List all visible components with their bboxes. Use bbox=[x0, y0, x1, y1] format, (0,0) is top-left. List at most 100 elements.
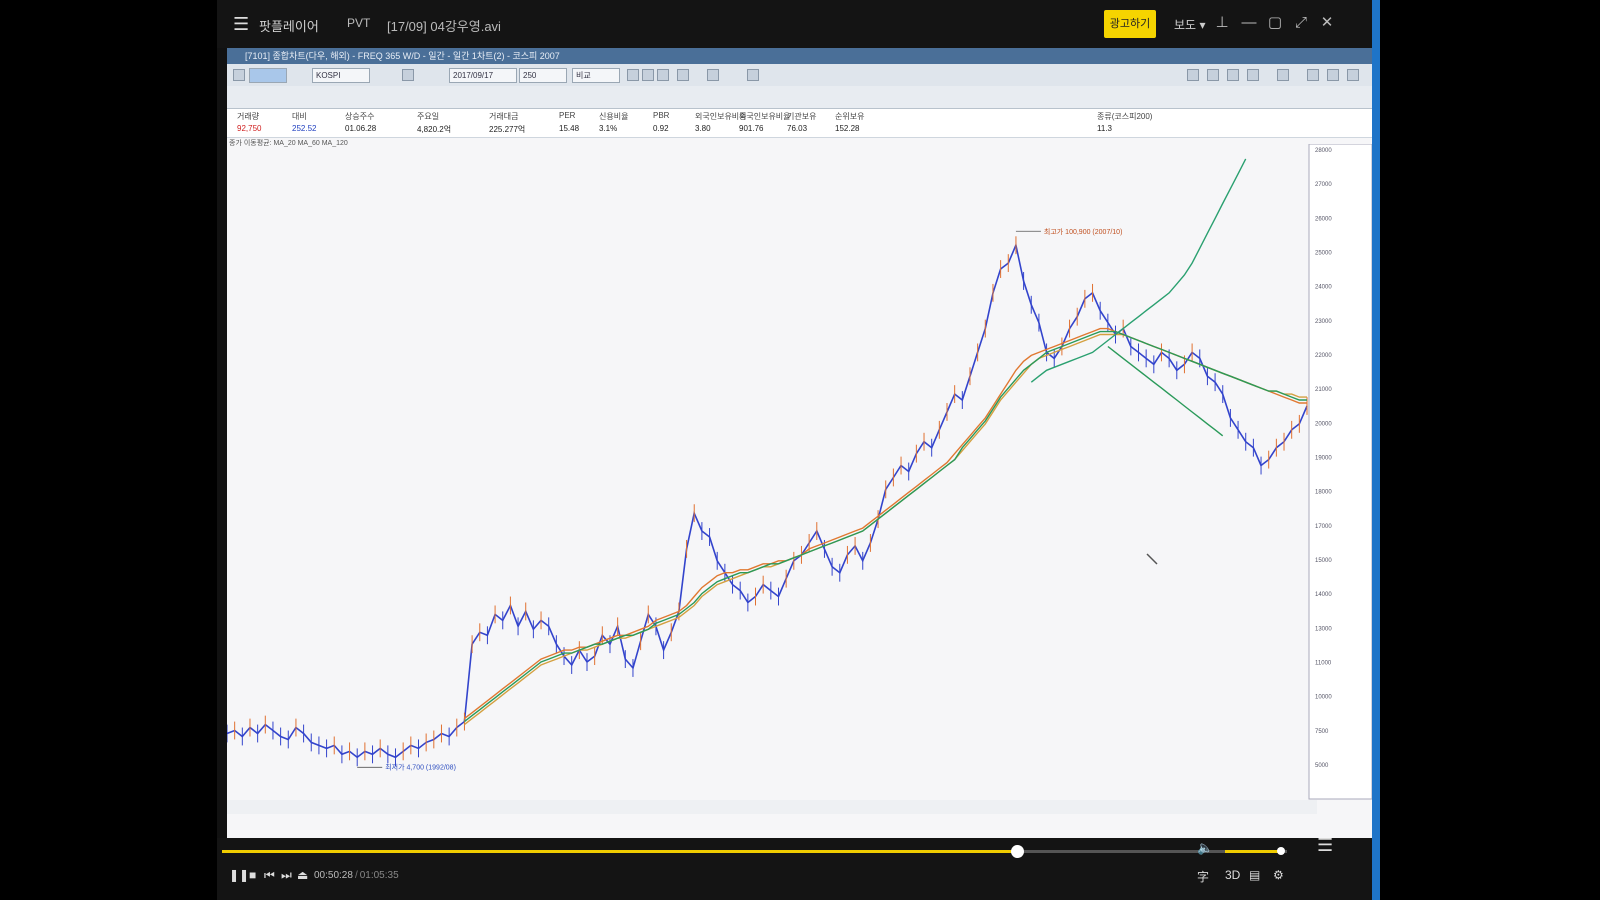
info-value: 152.28 bbox=[835, 124, 860, 133]
info-value: 15.48 bbox=[559, 124, 580, 133]
code-box[interactable] bbox=[249, 68, 287, 83]
dropdown-label: 보도 bbox=[1174, 18, 1197, 32]
moving-average-line bbox=[463, 330, 1307, 723]
settings-icon[interactable]: ⚙ bbox=[1273, 868, 1284, 882]
3d-button[interactable]: 3D bbox=[1225, 868, 1240, 882]
seek-progress bbox=[222, 850, 1017, 853]
info-header: 거래량 bbox=[237, 112, 260, 121]
tool-icon[interactable] bbox=[677, 69, 689, 81]
info-header: 거래대금 bbox=[489, 112, 519, 121]
capture-icon[interactable]: ▤ bbox=[1249, 868, 1260, 882]
info-header: 대비 bbox=[292, 112, 307, 121]
tool-icon[interactable] bbox=[642, 69, 654, 81]
volume-icon[interactable]: 🔈 bbox=[1197, 840, 1213, 856]
tool-icon[interactable] bbox=[1187, 69, 1199, 81]
hts-toolbar: KOSPI 2017/09/17 250 비교 bbox=[227, 64, 1372, 87]
subtitle-icon[interactable]: 字 bbox=[1197, 868, 1209, 885]
y-tick-label: 28000 bbox=[1315, 148, 1332, 154]
volume-level bbox=[1225, 850, 1281, 853]
y-tick-label: 7500 bbox=[1315, 729, 1329, 735]
info-header: 외국인보유비율 bbox=[739, 112, 791, 121]
time-separator: / bbox=[354, 870, 358, 881]
compare-button[interactable]: 비교 bbox=[572, 68, 620, 83]
player-titlebar: ☰ 팟플레이어 PVT [17/09] 04강우영.avi 광고하기 보도 ▾ … bbox=[217, 0, 1372, 48]
y-tick-label: 11000 bbox=[1315, 661, 1332, 667]
y-tick-label: 20000 bbox=[1315, 421, 1332, 427]
code-input[interactable]: KOSPI bbox=[312, 68, 370, 83]
info-value: 225.277억 bbox=[489, 125, 526, 134]
info-header: PBR bbox=[653, 111, 670, 120]
format-badge: PVT bbox=[347, 16, 371, 30]
time-total: 01:05:35 bbox=[359, 870, 399, 881]
y-tick-label: 17000 bbox=[1315, 524, 1332, 530]
tool-icon[interactable] bbox=[1277, 69, 1289, 81]
min-annotation: 최저가 4,700 (1992/08) bbox=[385, 762, 456, 771]
info-value: 01.06.28 bbox=[345, 124, 377, 133]
volume-slider[interactable] bbox=[1225, 847, 1287, 855]
tool-icon[interactable] bbox=[707, 69, 719, 81]
search-icon[interactable] bbox=[402, 69, 414, 81]
eject-icon[interactable]: ⏏ bbox=[297, 868, 308, 882]
price-line bbox=[227, 242, 1308, 759]
info-value: 0.92 bbox=[653, 124, 669, 133]
pin-icon[interactable]: ⊥ bbox=[1212, 13, 1232, 33]
moving-average-line bbox=[463, 333, 1307, 726]
info-value: 76.03 bbox=[787, 124, 808, 133]
hts-title-text: [7101] 종합차트(다우, 해외) - FREQ 365 W/D - 일간 … bbox=[245, 51, 560, 61]
fullscreen-icon[interactable]: ⤢ bbox=[1291, 13, 1311, 33]
close-icon[interactable]: ✕ bbox=[1317, 13, 1337, 33]
info-value: 4,820.2억 bbox=[417, 125, 452, 134]
info-header: PER bbox=[559, 111, 576, 120]
tool-icon[interactable] bbox=[1207, 69, 1219, 81]
playlist-icon[interactable]: ☰ bbox=[1317, 835, 1333, 856]
timecode: 00:50:28/01:05:35 bbox=[314, 870, 399, 881]
y-tick-label: 18000 bbox=[1315, 490, 1332, 496]
info-header: 주요일 bbox=[417, 112, 440, 121]
info-header: 상승주수 bbox=[345, 112, 375, 121]
pause-icon[interactable]: ❚❚ bbox=[229, 868, 249, 882]
app-name: 팟플레이어 bbox=[259, 19, 319, 34]
video-frame: [7101] 종합차트(다우, 해외) - FREQ 365 W/D - 일간 … bbox=[227, 48, 1372, 838]
info-header: 기관보유 bbox=[787, 112, 817, 121]
y-tick-label: 19000 bbox=[1315, 456, 1332, 462]
count-field[interactable]: 250 bbox=[519, 68, 567, 83]
tool-icon[interactable] bbox=[657, 69, 669, 81]
minimize-icon[interactable]: — bbox=[1239, 13, 1259, 33]
seek-handle[interactable] bbox=[1011, 845, 1024, 858]
volume-handle[interactable] bbox=[1276, 847, 1285, 855]
next-icon[interactable]: ⏭ bbox=[281, 868, 292, 883]
tool-icon[interactable] bbox=[1247, 69, 1259, 81]
tool-icon[interactable] bbox=[627, 69, 639, 81]
y-axis-panel bbox=[1308, 144, 1372, 800]
mouse-cursor-icon bbox=[1146, 553, 1158, 565]
menu-icon[interactable]: ☰ bbox=[233, 14, 249, 35]
tool-icon[interactable] bbox=[1347, 69, 1359, 81]
tool-icon[interactable] bbox=[1307, 69, 1319, 81]
y-tick-label: 21000 bbox=[1315, 387, 1332, 393]
date-field[interactable]: 2017/09/17 bbox=[449, 68, 517, 83]
max-annotation: 최고가 100,900 (2007/10) bbox=[1044, 227, 1122, 236]
tool-icon[interactable] bbox=[233, 69, 245, 81]
window-border bbox=[1372, 0, 1380, 900]
video-player-window: ☰ 팟플레이어 PVT [17/09] 04강우영.avi 광고하기 보도 ▾ … bbox=[217, 0, 1380, 900]
info-value: 3.1% bbox=[599, 124, 618, 133]
maximize-icon[interactable]: ▢ bbox=[1265, 13, 1285, 33]
dropdown-select[interactable]: 보도 ▾ bbox=[1174, 16, 1205, 33]
y-tick-label: 14000 bbox=[1315, 592, 1332, 598]
seek-bar[interactable] bbox=[222, 845, 1282, 858]
tool-icon[interactable] bbox=[1227, 69, 1239, 81]
info-value: 11.3 bbox=[1097, 124, 1112, 133]
ad-button[interactable]: 광고하기 bbox=[1104, 10, 1156, 38]
prev-icon[interactable]: ⏮ bbox=[264, 868, 275, 883]
y-tick-label: 25000 bbox=[1315, 251, 1332, 257]
info-value: 901.76 bbox=[739, 124, 764, 133]
stop-icon[interactable]: ■ bbox=[249, 868, 256, 882]
info-header: 종류(코스피200) bbox=[1097, 112, 1153, 121]
info-header: 순위보유 bbox=[835, 112, 865, 121]
price-chart: 28000 27000 26000 25000 24000 23000 22000 21000… bbox=[227, 144, 1372, 811]
player-controls: 🔈 ☰ ❚❚ ■ ⏮ ⏭ ⏏ 00:50:28/01:05:35 字 3D ▤ … bbox=[217, 835, 1372, 900]
hts-drawing-toolbar bbox=[227, 86, 1372, 109]
tool-icon[interactable] bbox=[1327, 69, 1339, 81]
time-current: 00:50:28 bbox=[314, 870, 353, 881]
tool-icon[interactable] bbox=[747, 69, 759, 81]
